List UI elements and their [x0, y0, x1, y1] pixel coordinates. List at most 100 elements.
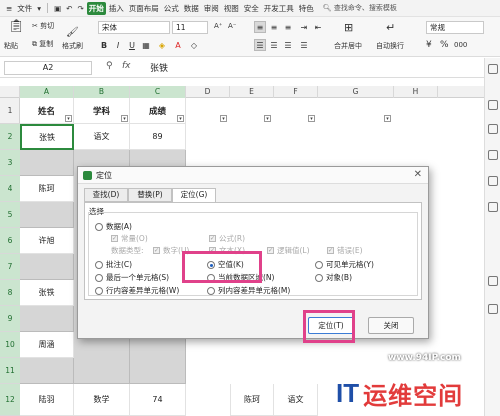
font-size-select[interactable]: 11 — [172, 21, 208, 34]
tab-goto[interactable]: 定位(G) — [172, 188, 216, 203]
fill-color-icon[interactable]: ◈ — [156, 39, 168, 51]
table-cell-name[interactable]: 陈珂 — [20, 176, 74, 202]
row-header-8[interactable]: 8 — [0, 280, 20, 306]
shapes-icon[interactable] — [488, 100, 498, 110]
checkbox-logical[interactable]: ✓ 逻辑值(L) — [267, 245, 310, 256]
outdent-icon[interactable]: ⇤ — [312, 21, 324, 33]
table-cell-subject[interactable]: 数学 — [74, 384, 130, 416]
tab-insert[interactable]: 插入 — [107, 2, 126, 15]
row-header-7[interactable]: 7 — [0, 254, 20, 280]
font-grow-button[interactable]: A⁺ — [214, 22, 222, 30]
redo-icon[interactable]: ↷ — [75, 3, 85, 14]
table-cell-blank[interactable] — [20, 202, 74, 228]
table-cell-name[interactable]: 张铁 — [20, 124, 74, 150]
font-name-select[interactable]: 宋体 — [98, 21, 170, 34]
tab-replace[interactable]: 替换(P) — [128, 188, 172, 202]
search-icon[interactable]: ⚲ — [106, 61, 113, 71]
align-center-icon[interactable]: ☰ — [268, 39, 280, 51]
table-cell-blank[interactable] — [20, 358, 74, 384]
indent-icon[interactable]: ⇥ — [298, 21, 310, 33]
option-comment[interactable]: 批注(C) — [95, 259, 132, 270]
table-cell-blank[interactable] — [20, 150, 74, 176]
table-cell-subject[interactable]: 语文 — [274, 384, 318, 416]
row-header-11[interactable]: 11 — [0, 358, 20, 384]
align-right-icon[interactable]: ☰ — [282, 39, 294, 51]
table-cell-name[interactable]: 陈珂 — [230, 384, 274, 416]
merge-center-icon[interactable]: ⊞ — [344, 21, 353, 34]
align-bottom-icon[interactable]: ≡ — [282, 21, 294, 33]
pointer-icon[interactable] — [488, 64, 498, 74]
wrap-text-icon[interactable]: ↵ — [386, 21, 395, 34]
menu-hamburger-icon[interactable]: ≡ — [4, 3, 14, 14]
merge-center-button[interactable]: 合并居中 — [334, 41, 362, 51]
column-header-a[interactable]: A — [20, 86, 74, 98]
filter-dropdown-icon[interactable]: ▾ — [220, 115, 227, 122]
underline-button[interactable]: U — [126, 39, 138, 51]
border-icon[interactable]: ▦ — [140, 39, 152, 51]
tab-developer[interactable]: 开发工具 — [262, 2, 296, 15]
share-icon[interactable] — [488, 202, 498, 212]
filter-dropdown-icon[interactable]: ▾ — [177, 115, 184, 122]
table-cell-subject[interactable]: 语文 — [74, 124, 130, 150]
save-icon[interactable]: ▣ — [52, 3, 63, 14]
filter-dropdown-icon[interactable]: ▾ — [384, 115, 391, 122]
row-header-9[interactable]: 9 — [0, 306, 20, 332]
fx-icon[interactable]: fx — [122, 61, 131, 71]
close-icon[interactable]: ✕ — [414, 169, 422, 180]
align-left-icon[interactable]: ☰ — [254, 39, 266, 51]
option-data[interactable]: 数据(A) — [95, 221, 132, 232]
justify-icon[interactable]: ☰ — [298, 39, 310, 51]
tab-formulas[interactable]: 公式 — [162, 2, 181, 15]
tab-view[interactable]: 视图 — [222, 2, 241, 15]
table-cell-name[interactable]: 张铁 — [20, 280, 74, 306]
column-header-c[interactable]: C — [130, 86, 186, 98]
thousands-button[interactable]: 000 — [454, 41, 467, 49]
command-search[interactable]: 🔍︎ 查找命令、搜索模板 — [323, 3, 397, 13]
percent-button[interactable]: % — [440, 40, 449, 50]
checkbox-error[interactable]: ✓ 错误(E) — [327, 245, 363, 256]
tab-review[interactable]: 审阅 — [202, 2, 221, 15]
table-cell-blank[interactable] — [20, 254, 74, 280]
column-header-h[interactable]: H — [394, 86, 438, 98]
formula-content[interactable]: 张铁 — [150, 61, 168, 74]
cut-button[interactable]: ✂ 剪切 — [32, 21, 54, 31]
row-header-2[interactable]: 2 — [0, 124, 20, 150]
row-header-10[interactable]: 10 — [0, 332, 20, 358]
filter-dropdown-icon[interactable]: ▾ — [264, 115, 271, 122]
tab-data[interactable]: 数据 — [182, 2, 201, 15]
tab-home[interactable]: 开始 — [86, 1, 106, 15]
column-header-d[interactable]: D — [186, 86, 230, 98]
dialog-title-bar[interactable]: 定位 ✕ — [78, 167, 428, 184]
column-header-g[interactable]: G — [318, 86, 394, 98]
tab-page-layout[interactable]: 页面布局 — [127, 2, 161, 15]
paste-button-label[interactable]: 粘贴 — [4, 41, 18, 51]
table-cell-score[interactable]: 74 — [130, 384, 186, 416]
column-header-f[interactable]: F — [274, 86, 318, 98]
row-header-12[interactable]: 12 — [0, 384, 20, 416]
align-top-icon[interactable]: ≡ — [254, 21, 266, 33]
column-header-e[interactable]: E — [230, 86, 274, 98]
table-cell-name[interactable]: 周涵 — [20, 332, 74, 358]
checkbox-formula[interactable]: ✓ 公式(R) — [209, 233, 245, 244]
tab-find[interactable]: 查找(D) — [84, 188, 128, 202]
font-color-icon[interactable]: A — [172, 39, 184, 51]
option-column-differences[interactable]: 列内容差异单元格(M) — [207, 285, 290, 296]
row-header-1[interactable]: 1 — [0, 98, 20, 124]
settings-icon[interactable] — [488, 304, 498, 314]
currency-button[interactable]: ¥ — [426, 40, 432, 50]
number-format-select[interactable]: 常规 — [426, 21, 484, 34]
bold-button[interactable]: B — [98, 39, 110, 51]
undo-icon[interactable]: ↶ — [64, 3, 74, 14]
select-all-corner[interactable] — [0, 86, 20, 98]
table-cell-name[interactable]: 许旭 — [20, 228, 74, 254]
row-header-6[interactable]: 6 — [0, 228, 20, 254]
option-objects[interactable]: 对象(B) — [315, 272, 352, 283]
backup-icon[interactable] — [488, 176, 498, 186]
format-painter-label[interactable]: 格式刷 — [62, 41, 83, 51]
row-header-5[interactable]: 5 — [0, 202, 20, 228]
clear-format-icon[interactable]: ◇ — [188, 39, 200, 51]
format-painter-icon[interactable]: 🖌︎ — [66, 27, 79, 38]
table-cell-blank[interactable] — [20, 306, 74, 332]
option-row-differences[interactable]: 行内容差异单元格(W) — [95, 285, 179, 296]
font-shrink-button[interactable]: A⁻ — [228, 22, 236, 30]
